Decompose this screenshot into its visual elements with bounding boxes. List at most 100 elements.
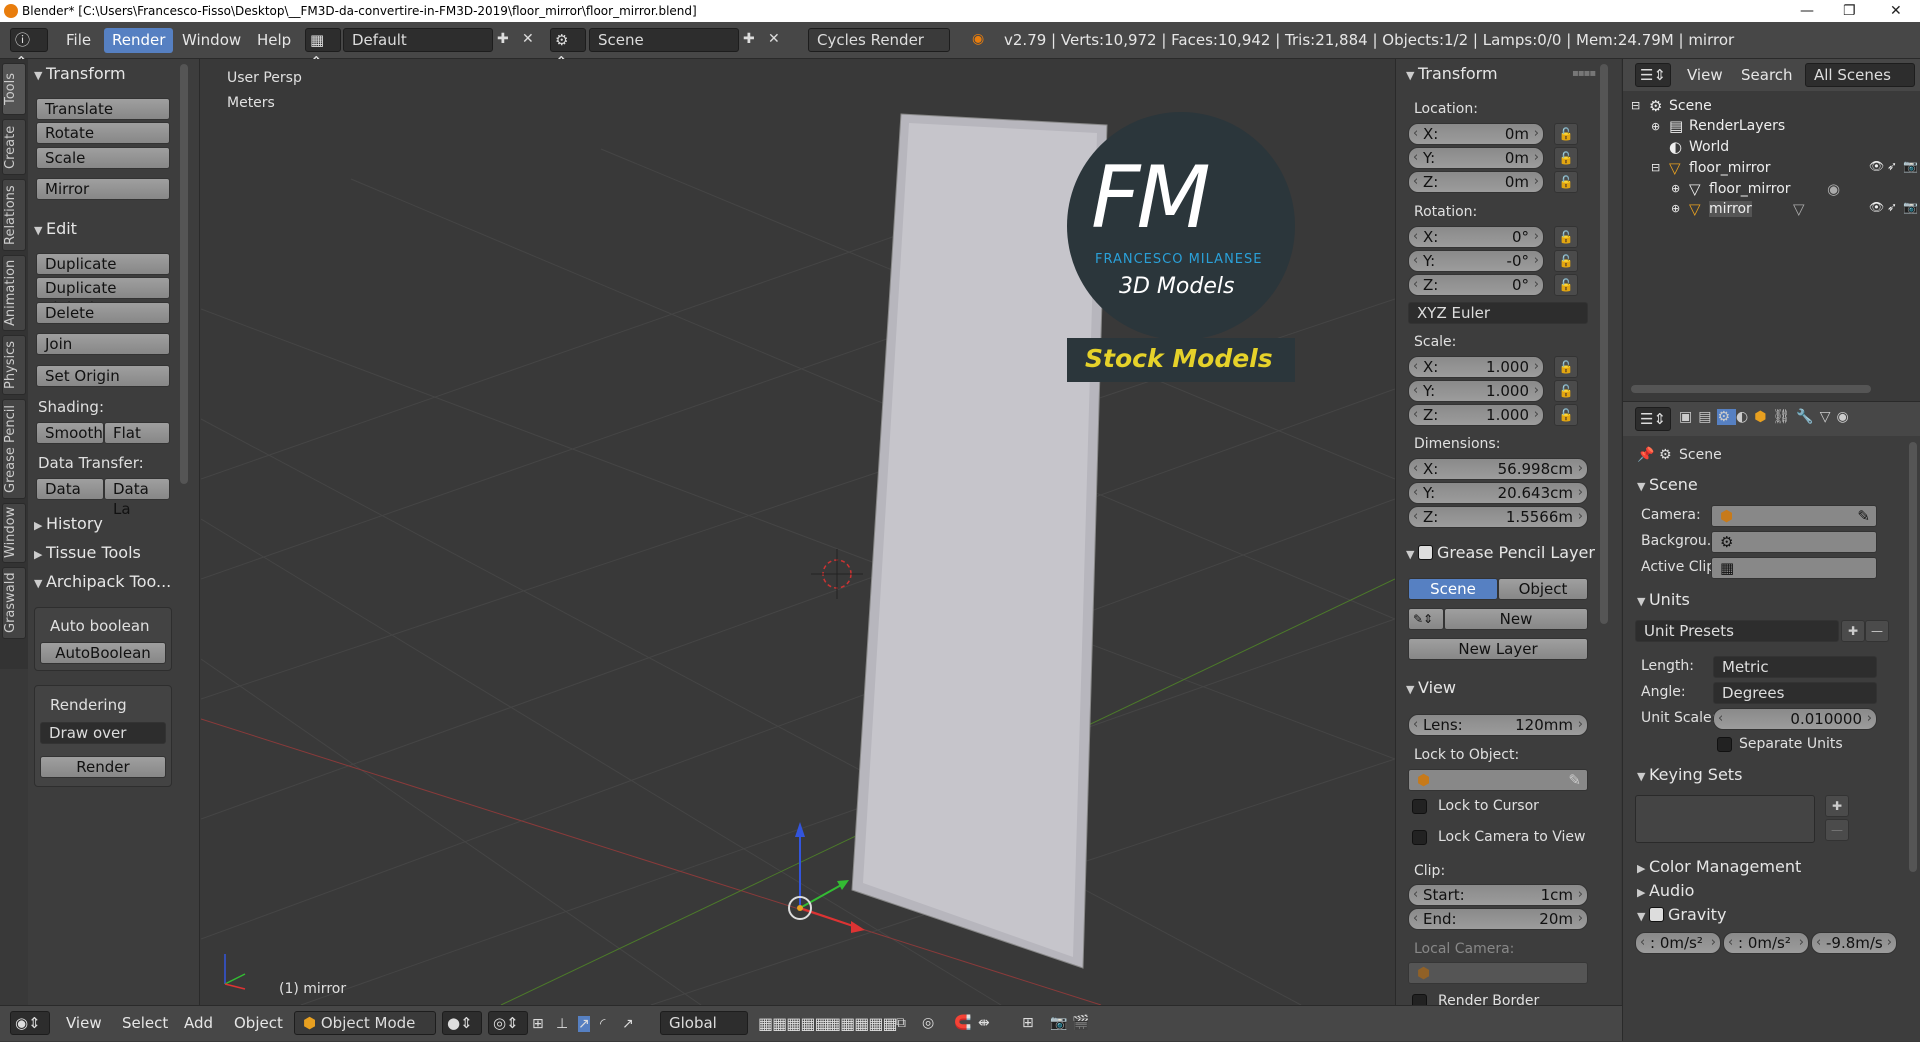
opengl-render-icon[interactable]: 📷 bbox=[1050, 1015, 1067, 1031]
duplicate-linked-button[interactable]: Duplicate Linked bbox=[36, 277, 170, 317]
location-z-field[interactable]: Z: 0m bbox=[1408, 171, 1544, 193]
viewport-editor-type-button[interactable]: ◉⇕ bbox=[10, 1011, 50, 1035]
constraints-tab-icon[interactable]: ⛓ bbox=[1772, 409, 1796, 425]
unit-scale-field[interactable]: 0.010000 bbox=[1713, 708, 1877, 730]
menu-file[interactable]: File bbox=[58, 22, 99, 59]
tab-tools[interactable]: Tools bbox=[2, 63, 26, 115]
audio-section-header[interactable]: Audio bbox=[1637, 881, 1694, 900]
background-field[interactable]: ⚙ bbox=[1711, 531, 1877, 553]
join-button[interactable]: Join bbox=[36, 333, 170, 355]
gravity-section-header[interactable]: Gravity bbox=[1637, 905, 1726, 924]
layers-grid-icon-2[interactable]: ▦▦▦▦▦ bbox=[826, 1014, 898, 1033]
lock-object-field[interactable]: ⬢ ✎ bbox=[1408, 769, 1588, 791]
location-x-field[interactable]: X: 0m bbox=[1408, 123, 1544, 145]
render-tab-icon[interactable]: ▣ bbox=[1679, 409, 1698, 425]
lock-scale-x-icon[interactable]: 🔓 bbox=[1554, 356, 1578, 378]
manipulator-toggle-icon[interactable]: ⊞ bbox=[532, 1016, 544, 1032]
transform-orientation-select[interactable]: Global bbox=[660, 1011, 748, 1035]
transform-section-header[interactable]: Transform bbox=[34, 64, 126, 83]
data-layout-button[interactable]: Data La bbox=[104, 478, 170, 518]
rotation-mode-select[interactable]: XYZ Euler bbox=[1408, 302, 1588, 324]
rotation-z-field[interactable]: Z: 0° bbox=[1408, 274, 1544, 296]
data-button[interactable]: Data bbox=[36, 478, 104, 500]
pin-icon[interactable]: 📌 bbox=[1637, 447, 1654, 463]
tab-window[interactable]: Window bbox=[2, 503, 26, 563]
maximize-button[interactable]: ❐ bbox=[1843, 0, 1856, 22]
gp-new-button[interactable]: New bbox=[1444, 608, 1588, 630]
scene-field[interactable]: Scene bbox=[589, 28, 739, 52]
3d-viewport[interactable]: User Persp Meters (1) mirror FM FRANCESC… bbox=[201, 59, 1395, 1005]
eyedropper-icon[interactable]: ✎ bbox=[1857, 506, 1870, 526]
outliner-item-scene[interactable]: Scene bbox=[1669, 98, 1712, 114]
minimize-button[interactable]: — bbox=[1800, 0, 1814, 22]
outliner-expand-icon[interactable]: ⊕ bbox=[1671, 202, 1680, 215]
rotation-y-field[interactable]: Y: -0° bbox=[1408, 250, 1544, 272]
outliner-cursor-icon[interactable]: ➶ bbox=[1887, 200, 1897, 214]
length-select[interactable]: Metric bbox=[1713, 656, 1877, 678]
close-button[interactable]: ✕ bbox=[1890, 0, 1902, 22]
scale-button[interactable]: Scale bbox=[36, 147, 170, 169]
mirror-button[interactable]: Mirror bbox=[36, 178, 170, 200]
dimension-x-field[interactable]: X: 56.998cm bbox=[1408, 458, 1588, 480]
lock-location-x-icon[interactable]: 🔓 bbox=[1554, 123, 1578, 145]
scene-section-header[interactable]: Scene bbox=[1637, 475, 1698, 494]
tab-animation[interactable]: Animation bbox=[2, 255, 26, 331]
angle-select[interactable]: Degrees bbox=[1713, 682, 1877, 704]
outliner-item-world[interactable]: World bbox=[1689, 139, 1729, 155]
layers-grid-icon[interactable]: ▦▦▦▦▦ bbox=[758, 1014, 830, 1033]
snap-toggle-icon[interactable]: 🧲 bbox=[954, 1015, 971, 1031]
menu-render[interactable]: Render bbox=[104, 28, 174, 53]
n-panel-scrollbar[interactable] bbox=[1600, 64, 1608, 624]
outliner-item-floor-mirror-mesh[interactable]: floor_mirror bbox=[1709, 181, 1791, 197]
data-tab-icon[interactable]: ▽ bbox=[1820, 409, 1837, 425]
gravity-y-field[interactable]: : 0m/s² bbox=[1723, 932, 1809, 954]
add-scene-icon[interactable]: ✚ bbox=[743, 31, 755, 47]
scale-z-field[interactable]: Z: 1.000 bbox=[1408, 404, 1544, 426]
separate-units-checkbox[interactable] bbox=[1717, 737, 1732, 752]
render-button[interactable]: Render bbox=[40, 756, 166, 778]
add-layout-icon[interactable]: ✚ bbox=[497, 31, 509, 47]
info-editor-type-button[interactable]: ⓘ ⇕ bbox=[10, 28, 48, 71]
remove-keying-set-icon[interactable]: — bbox=[1825, 819, 1849, 841]
lock-rotation-z-icon[interactable]: 🔓 bbox=[1554, 274, 1578, 296]
delete-button[interactable]: Delete bbox=[36, 302, 170, 324]
properties-scrollbar[interactable] bbox=[1909, 442, 1917, 872]
snap-element-icon[interactable]: ⇼ bbox=[978, 1015, 990, 1031]
local-camera-field[interactable]: ⬢ bbox=[1408, 962, 1588, 984]
edit-section-header[interactable]: Edit bbox=[34, 219, 77, 238]
rotate-manipulator-icon[interactable]: ↗ bbox=[578, 1016, 590, 1032]
add-preset-icon[interactable]: ✚ bbox=[1841, 620, 1865, 642]
outliner-editor-type-button[interactable]: ☰⇕ bbox=[1635, 63, 1671, 87]
translate-button[interactable]: Translate bbox=[36, 98, 170, 120]
outliner-display-mode-select[interactable]: All Scenes bbox=[1805, 63, 1915, 87]
gp-scene-button[interactable]: Scene bbox=[1408, 578, 1498, 600]
object-tab-icon[interactable]: ⬢ bbox=[1754, 409, 1772, 425]
remove-preset-icon[interactable]: — bbox=[1865, 620, 1889, 642]
viewport-menu-select[interactable]: Select bbox=[114, 1005, 176, 1042]
translate-manipulator-icon[interactable]: ⊥ bbox=[556, 1016, 568, 1032]
outliner-scrollbar[interactable] bbox=[1631, 385, 1871, 393]
scene-tab-icon[interactable]: ⚙ bbox=[1717, 409, 1737, 425]
clip-end-field[interactable]: End: 20m bbox=[1408, 908, 1588, 930]
auto-boolean-button[interactable]: AutoBoolean bbox=[40, 642, 166, 664]
scale-y-field[interactable]: Y: 1.000 bbox=[1408, 380, 1544, 402]
camera-field[interactable]: ⬢ ✎ bbox=[1711, 505, 1877, 527]
lock-rotation-x-icon[interactable]: 🔓 bbox=[1554, 226, 1578, 248]
gp-object-button[interactable]: Object bbox=[1498, 578, 1588, 600]
units-section-header[interactable]: Units bbox=[1637, 590, 1690, 609]
render-layers-tab-icon[interactable]: ▤ bbox=[1698, 409, 1717, 425]
duplicate-button[interactable]: Duplicate bbox=[36, 253, 170, 275]
history-section-header[interactable]: History bbox=[34, 514, 103, 533]
outliner-menu-search[interactable]: Search bbox=[1733, 57, 1801, 94]
manipulator-orient-icon[interactable]: ↗ bbox=[622, 1016, 634, 1032]
lock-camera-checkbox[interactable] bbox=[1412, 830, 1427, 845]
lock-layers-icon[interactable]: ⧉ bbox=[896, 1015, 906, 1031]
outliner-item-renderlayers[interactable]: RenderLayers bbox=[1689, 118, 1785, 134]
outliner-render-camera-icon[interactable]: 📷 bbox=[1903, 159, 1918, 173]
properties-editor-type-button[interactable]: ☰⇕ bbox=[1635, 407, 1671, 431]
menu-help[interactable]: Help bbox=[249, 22, 299, 59]
rotate-button[interactable]: Rotate bbox=[36, 122, 170, 144]
grease-pencil-layer-header[interactable]: Grease Pencil Layer bbox=[1406, 543, 1616, 562]
location-y-field[interactable]: Y: 0m bbox=[1408, 147, 1544, 169]
interaction-mode-select[interactable]: ⬢ Object Mode bbox=[294, 1011, 436, 1035]
